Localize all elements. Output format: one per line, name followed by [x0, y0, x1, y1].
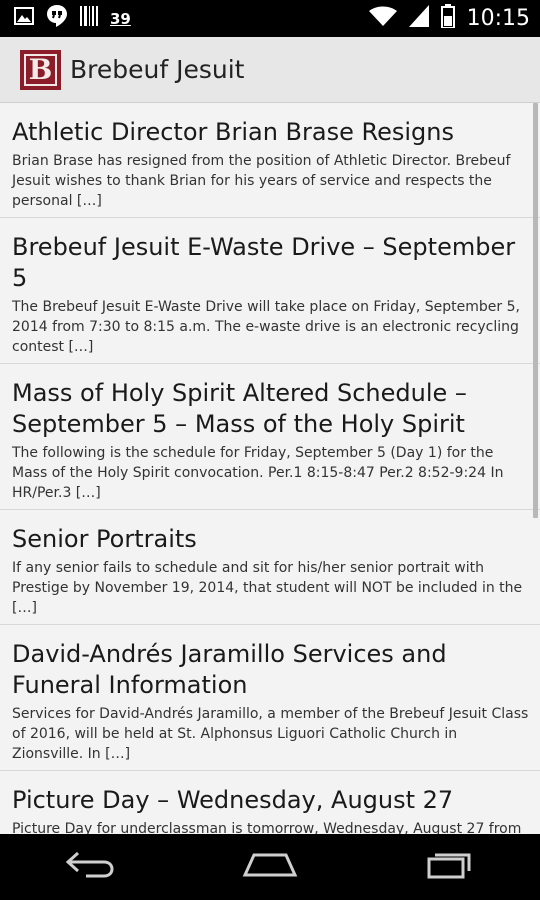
app-logo-letter: B — [24, 53, 57, 86]
article-item[interactable]: Mass of Holy Spirit Altered Schedule – S… — [0, 364, 540, 510]
app-title: Brebeuf Jesuit — [70, 55, 245, 84]
article-excerpt: The Brebeuf Jesuit E-Waste Drive will ta… — [12, 299, 520, 355]
scrollbar[interactable] — [533, 103, 538, 518]
image-icon — [14, 7, 34, 30]
article-item[interactable]: Athletic Director Brian Brase Resigns Br… — [0, 103, 540, 218]
battery-icon — [440, 4, 455, 33]
article-item[interactable]: David-Andrés Jaramillo Services and Fune… — [0, 625, 540, 771]
wifi-icon — [368, 6, 397, 31]
signal-icon — [408, 5, 429, 32]
hangouts-icon — [46, 4, 68, 33]
home-icon — [242, 851, 298, 884]
article-title: Picture Day – Wednesday, August 27 — [12, 786, 454, 814]
recents-button[interactable] — [415, 847, 485, 887]
article-title: Athletic Director Brian Brase Resigns — [12, 118, 454, 146]
app-logo[interactable]: B — [20, 49, 61, 90]
article-excerpt: If any senior fails to schedule and sit … — [12, 560, 523, 616]
article-excerpt: Services for David-Andrés Jaramillo, a m… — [12, 706, 529, 762]
article-excerpt: Picture Day for underclassman is tomorro… — [12, 821, 522, 834]
article-title: Brebeuf Jesuit E-Waste Drive – September… — [12, 233, 516, 292]
action-bar: B Brebeuf Jesuit — [0, 37, 540, 103]
article-item[interactable]: Senior Portraits If any senior fails to … — [0, 510, 540, 625]
recents-icon — [425, 850, 475, 885]
status-right: 10:15 — [368, 4, 530, 33]
article-title: Mass of Holy Spirit Altered Schedule – S… — [12, 379, 467, 438]
navigation-bar — [0, 834, 540, 900]
status-bar: 39 10:15 — [0, 0, 540, 37]
article-list[interactable]: Athletic Director Brian Brase Resigns Br… — [0, 103, 540, 834]
barcode-icon — [80, 6, 98, 31]
home-button[interactable] — [235, 847, 305, 887]
article-item[interactable]: Picture Day – Wednesday, August 27 Pictu… — [0, 771, 540, 834]
status-left: 39 — [14, 4, 131, 33]
back-button[interactable] — [55, 847, 125, 887]
article-excerpt: Brian Brase has resigned from the positi… — [12, 153, 511, 209]
article-item[interactable]: Brebeuf Jesuit E-Waste Drive – September… — [0, 218, 540, 364]
clock: 10:15 — [466, 6, 530, 31]
back-icon — [64, 850, 116, 885]
article-title: David-Andrés Jaramillo Services and Fune… — [12, 640, 447, 699]
article-title: Senior Portraits — [12, 525, 197, 553]
notification-count: 39 — [110, 9, 131, 28]
article-excerpt: The following is the schedule for Friday… — [12, 445, 504, 501]
